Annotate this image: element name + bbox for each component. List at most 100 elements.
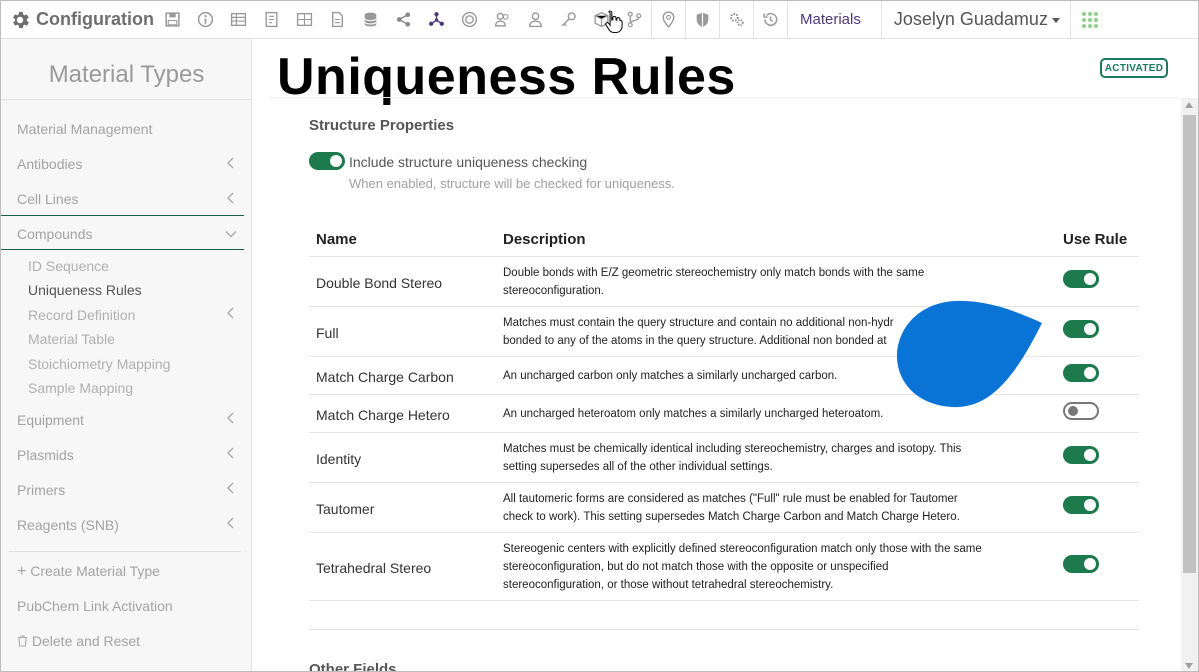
key-icon[interactable] xyxy=(552,1,585,39)
sidebar-subitem-uniqueness-rules[interactable]: Uniqueness Rules xyxy=(28,282,142,298)
scroll-down-arrow-icon[interactable] xyxy=(1185,663,1193,669)
rule-description-line: Stereogenic centers with explicitly defi… xyxy=(503,543,982,555)
rule-name-tautomer: Tautomer xyxy=(316,501,375,517)
materials-link[interactable]: Materials xyxy=(788,1,881,39)
user-icon[interactable] xyxy=(519,1,552,39)
document-icon[interactable] xyxy=(321,1,354,39)
rule-description-line: Matches must be chemically identical inc… xyxy=(503,443,962,455)
section-divider xyxy=(309,629,1139,630)
sidebar-title: Material Types xyxy=(48,61,205,88)
table-divider xyxy=(309,532,1139,533)
structure-uniqueness-help: When enabled, structure will be checked … xyxy=(349,176,675,191)
shield-icon[interactable] xyxy=(686,1,719,39)
sidebar-divider xyxy=(9,551,241,552)
rule-name-match-charge-carbon: Match Charge Carbon xyxy=(316,369,454,385)
molecule-icon[interactable] xyxy=(420,1,453,39)
table-divider xyxy=(309,432,1139,433)
rule-description-line: stereoconfiguration, but do not match th… xyxy=(503,561,889,573)
sidebar-item-plasmids[interactable]: Plasmids xyxy=(17,447,74,463)
delete-and-reset-button[interactable]: Delete and Reset xyxy=(17,633,140,649)
brand[interactable]: Configuration xyxy=(1,1,156,39)
chevron-left-icon[interactable] xyxy=(225,307,237,319)
app-title: Configuration xyxy=(36,9,154,29)
rule-toggle-match-charge-carbon[interactable] xyxy=(1063,364,1099,382)
rule-toggle-full[interactable] xyxy=(1063,320,1099,338)
database-icon[interactable] xyxy=(354,1,387,39)
apps-grid-icon[interactable] xyxy=(1069,1,1110,39)
caret-down-icon xyxy=(1051,18,1060,23)
user-group-icon[interactable] xyxy=(486,1,519,39)
sidebar-subitem-stoichiometry-mapping[interactable]: Stoichiometry Mapping xyxy=(28,356,170,372)
trash-icon xyxy=(18,635,27,647)
structure-uniqueness-label: Include structure uniqueness checking xyxy=(349,154,588,170)
hand-cursor-icon xyxy=(605,10,623,34)
app-window: Configuration Materials Joselyn Guadamuz… xyxy=(0,0,1199,672)
save-icon[interactable] xyxy=(156,1,189,39)
sidebar-item-equipment[interactable]: Equipment xyxy=(17,412,84,428)
rule-description: Matches must contain the query structure… xyxy=(503,314,903,350)
sidebar-divider xyxy=(1,99,252,100)
rule-toggle-tetrahedral-stereo[interactable] xyxy=(1063,555,1099,573)
user-menu[interactable]: Joselyn Guadamuz xyxy=(882,1,1070,39)
scrollbar-thumb[interactable] xyxy=(1183,115,1196,573)
rule-name-match-charge-hetero: Match Charge Hetero xyxy=(316,407,450,423)
sidebar-item-reagents[interactable]: Reagents (SNB) xyxy=(17,517,119,533)
grid-icon[interactable] xyxy=(288,1,321,39)
rule-toggle-match-charge-hetero[interactable] xyxy=(1063,402,1099,420)
plus-icon: + xyxy=(17,563,27,580)
chevron-left-icon[interactable] xyxy=(225,517,237,529)
create-material-type-button[interactable]: + Create Material Type xyxy=(17,563,160,581)
info-icon[interactable] xyxy=(189,1,222,39)
share-icon[interactable] xyxy=(387,1,420,39)
gear-icon xyxy=(13,11,29,28)
sidebar-subitem-material-table[interactable]: Material Table xyxy=(28,331,115,347)
history-icon[interactable] xyxy=(754,1,787,39)
page-title: Uniqueness Rules xyxy=(277,48,736,106)
sidebar: Material Types Material Management Antib… xyxy=(1,39,252,671)
delete-and-reset-label: Delete and Reset xyxy=(31,633,141,649)
table-divider xyxy=(309,600,1139,601)
chevron-left-icon[interactable] xyxy=(225,482,237,494)
sidebar-item-cell-lines[interactable]: Cell Lines xyxy=(17,191,78,207)
rule-description-line: Matches must contain the query structure… xyxy=(503,317,894,329)
sidebar-item-antibodies[interactable]: Antibodies xyxy=(17,156,82,172)
notebook-icon[interactable] xyxy=(255,1,288,39)
rule-description-line: stereoconfiguration. xyxy=(503,285,605,297)
badge-icon[interactable] xyxy=(453,1,486,39)
location-icon[interactable] xyxy=(652,1,685,39)
structure-uniqueness-toggle[interactable] xyxy=(309,152,345,170)
chevron-left-icon[interactable] xyxy=(225,447,237,459)
table-divider xyxy=(309,256,1139,257)
top-navigation-bar: Configuration Materials Joselyn Guadamuz xyxy=(1,1,1198,39)
pointer-overlay-shape xyxy=(896,300,1042,408)
rule-toggle-tautomer[interactable] xyxy=(1063,496,1099,514)
chevron-left-icon[interactable] xyxy=(225,192,237,204)
column-header-name: Name xyxy=(316,231,357,248)
chevron-left-icon[interactable] xyxy=(225,412,237,424)
scrollbar[interactable] xyxy=(1181,98,1198,671)
rule-description: Matches must be chemically identical inc… xyxy=(503,440,1003,476)
gears-icon[interactable] xyxy=(720,1,753,39)
toolbar xyxy=(156,1,788,39)
rule-description-line: check to work). This setting supersedes … xyxy=(503,511,960,523)
rule-description-line: bonded to any of the atoms in the query … xyxy=(503,335,887,347)
header-divider xyxy=(269,97,1179,98)
sidebar-subitem-record-definition[interactable]: Record Definition xyxy=(28,307,135,323)
sidebar-item-compounds[interactable]: Compounds xyxy=(17,226,93,242)
chevron-left-icon[interactable] xyxy=(225,157,237,169)
rule-toggle-double-bond-stereo[interactable] xyxy=(1063,270,1099,288)
rule-name-full: Full xyxy=(316,325,339,341)
rule-description-line: stereoconfiguration, or those without te… xyxy=(503,579,834,591)
rule-toggle-identity[interactable] xyxy=(1063,446,1099,464)
pubchem-link-activation[interactable]: PubChem Link Activation xyxy=(17,598,173,614)
sidebar-subitem-id-sequence[interactable]: ID Sequence xyxy=(28,258,109,274)
chevron-down-icon[interactable] xyxy=(225,228,237,240)
sidebar-item-material-management[interactable]: Material Management xyxy=(17,121,152,137)
table-icon[interactable] xyxy=(222,1,255,39)
sidebar-subitem-sample-mapping[interactable]: Sample Mapping xyxy=(28,380,133,396)
column-header-use-rule: Use Rule xyxy=(1063,231,1128,248)
sidebar-item-primers[interactable]: Primers xyxy=(17,482,65,498)
rule-description-line: setting supersedes all of the other indi… xyxy=(503,461,773,473)
scroll-up-arrow-icon[interactable] xyxy=(1185,102,1193,108)
section-title-other-fields: Other Fields xyxy=(309,661,397,672)
